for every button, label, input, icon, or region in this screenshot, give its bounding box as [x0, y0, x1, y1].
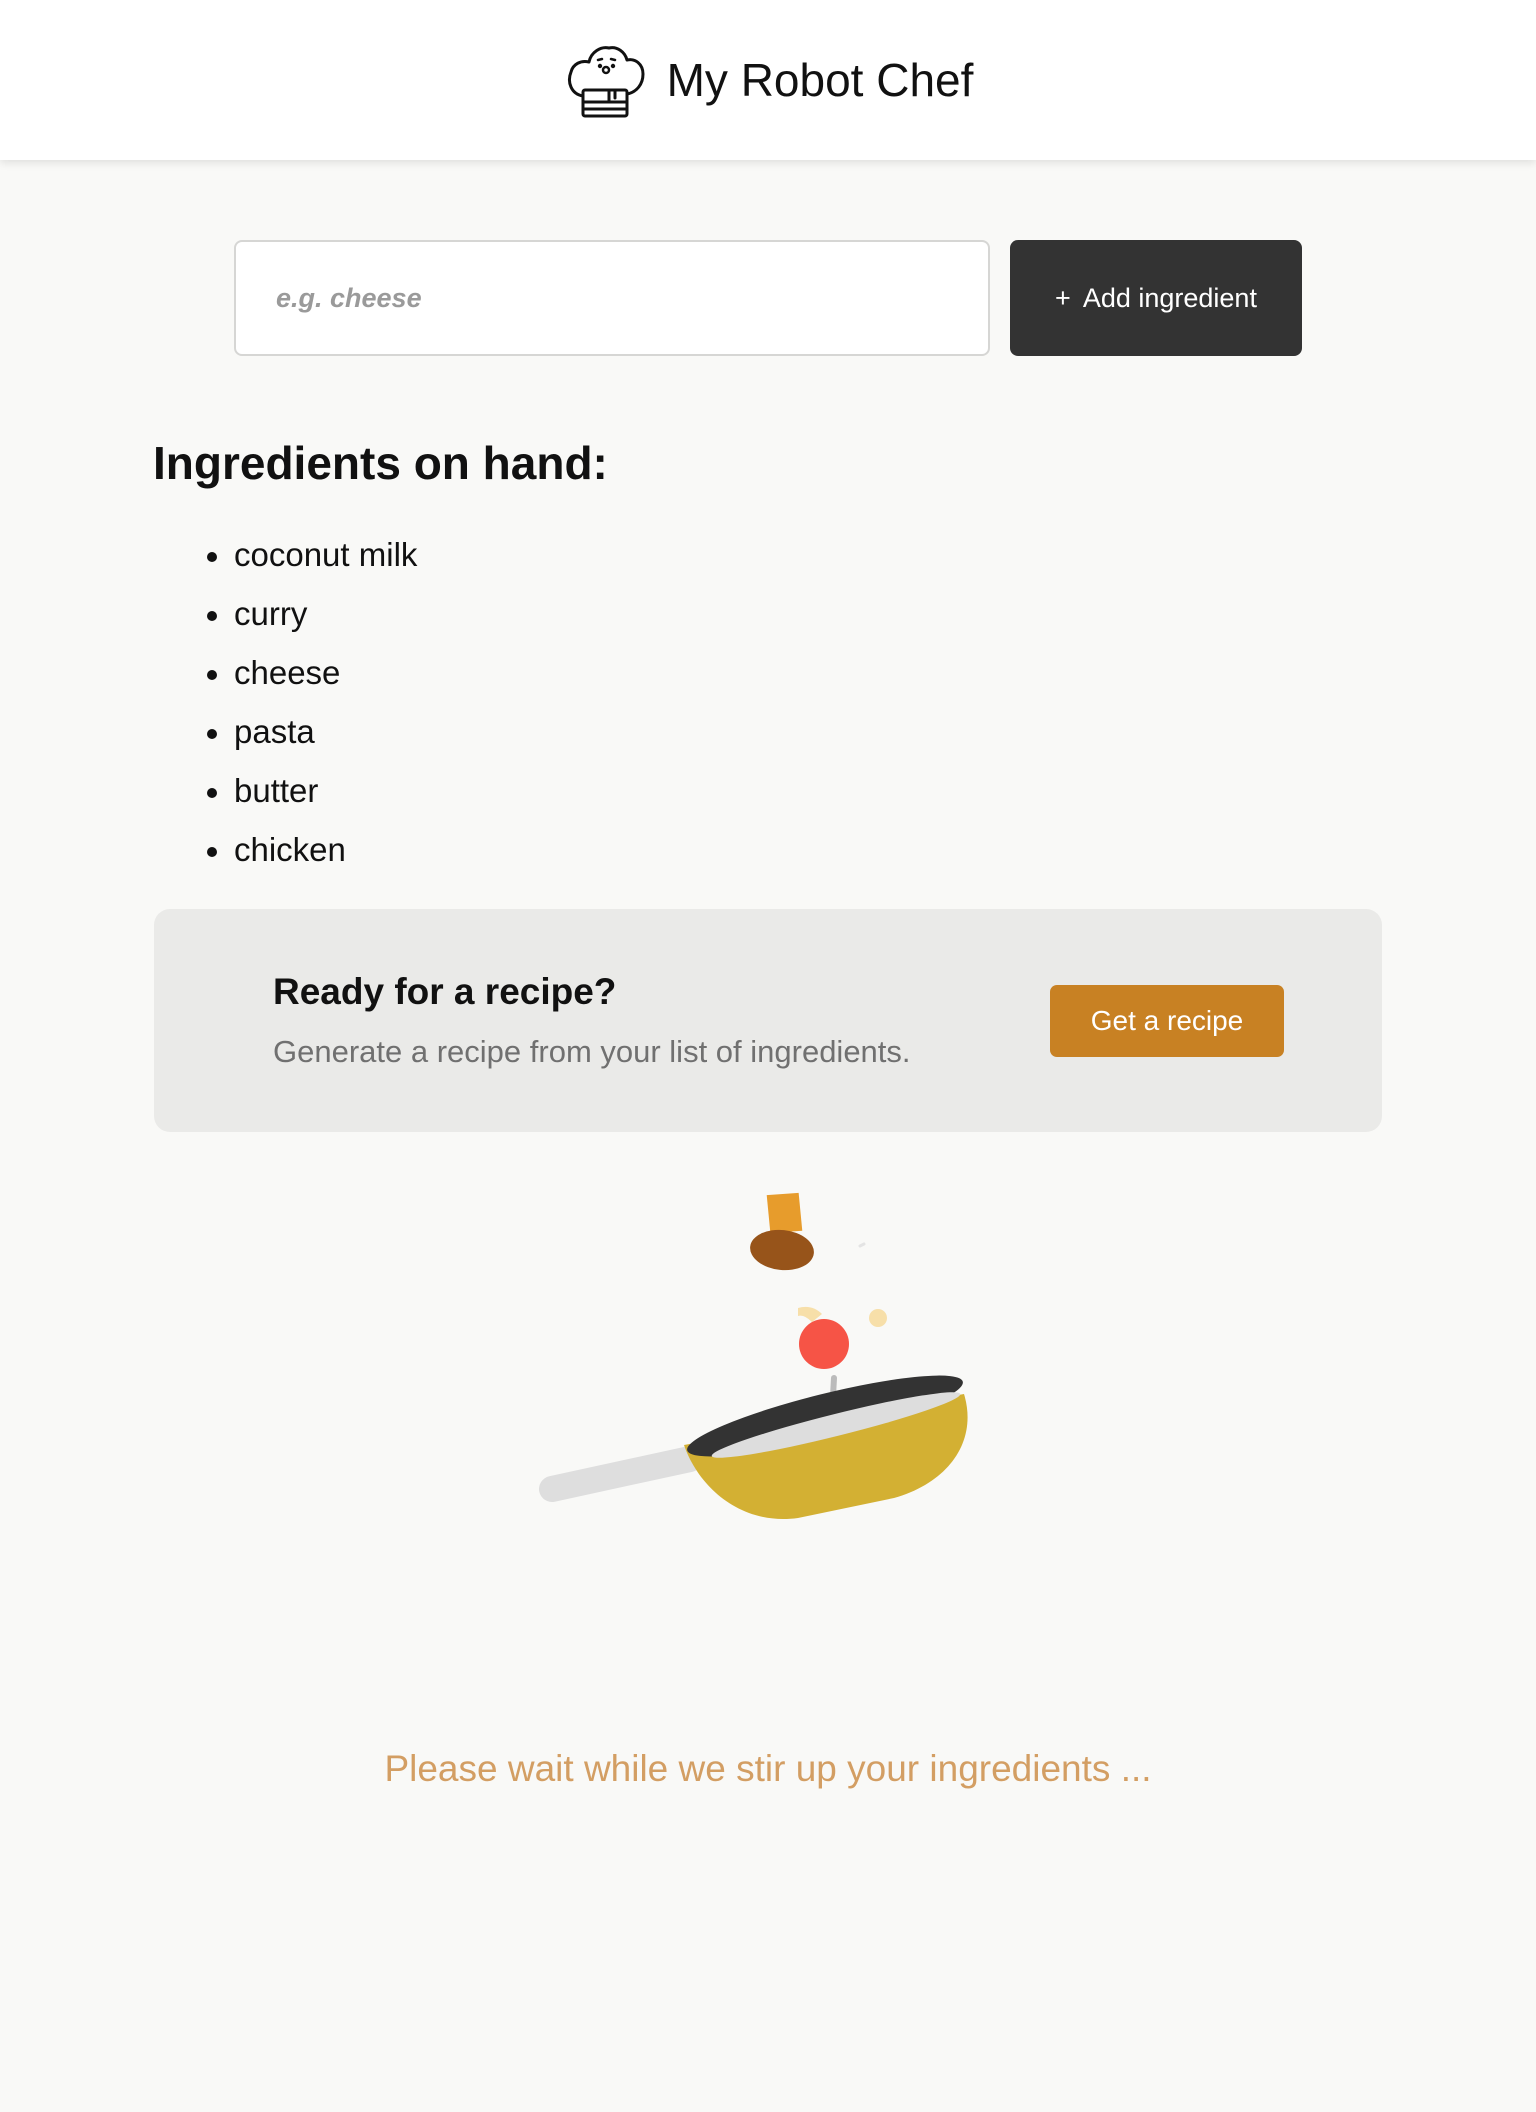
get-recipe-button[interactable]: Get a recipe [1050, 985, 1284, 1057]
ingredients-heading: Ingredients on hand: [153, 437, 608, 489]
app-header: My Robot Chef [0, 0, 1536, 160]
ingredient-item: coconut milk [153, 525, 417, 584]
falling-mushroom-icon [750, 1192, 814, 1271]
frying-pan-icon [539, 1192, 968, 1520]
ingredient-input[interactable] [234, 240, 990, 356]
ingredient-item: chicken [153, 820, 417, 879]
app-title: My Robot Chef [666, 54, 974, 106]
loading-message: Please wait while we stir up your ingred… [384, 1748, 1152, 1789]
recipe-card-subtitle: Generate a recipe from your list of ingr… [273, 1034, 911, 1069]
ingredient-item: butter [153, 761, 417, 820]
recipe-card: Ready for a recipe? Generate a recipe fr… [154, 909, 1382, 1132]
ingredient-item: curry [153, 584, 417, 643]
add-ingredient-button[interactable]: + Add ingredient [1010, 240, 1302, 356]
recipe-card-title: Ready for a recipe? [273, 971, 617, 1012]
ingredients-list: coconut milk curry cheese pasta butter c… [153, 525, 417, 879]
plus-icon: + [1055, 282, 1071, 313]
ingredient-item: cheese [153, 643, 417, 702]
add-ingredient-label: Add ingredient [1082, 282, 1257, 313]
chef-hat-icon [567, 46, 645, 118]
add-ingredient-form: + Add ingredient [234, 240, 1302, 356]
ingredient-item: pasta [153, 702, 417, 761]
